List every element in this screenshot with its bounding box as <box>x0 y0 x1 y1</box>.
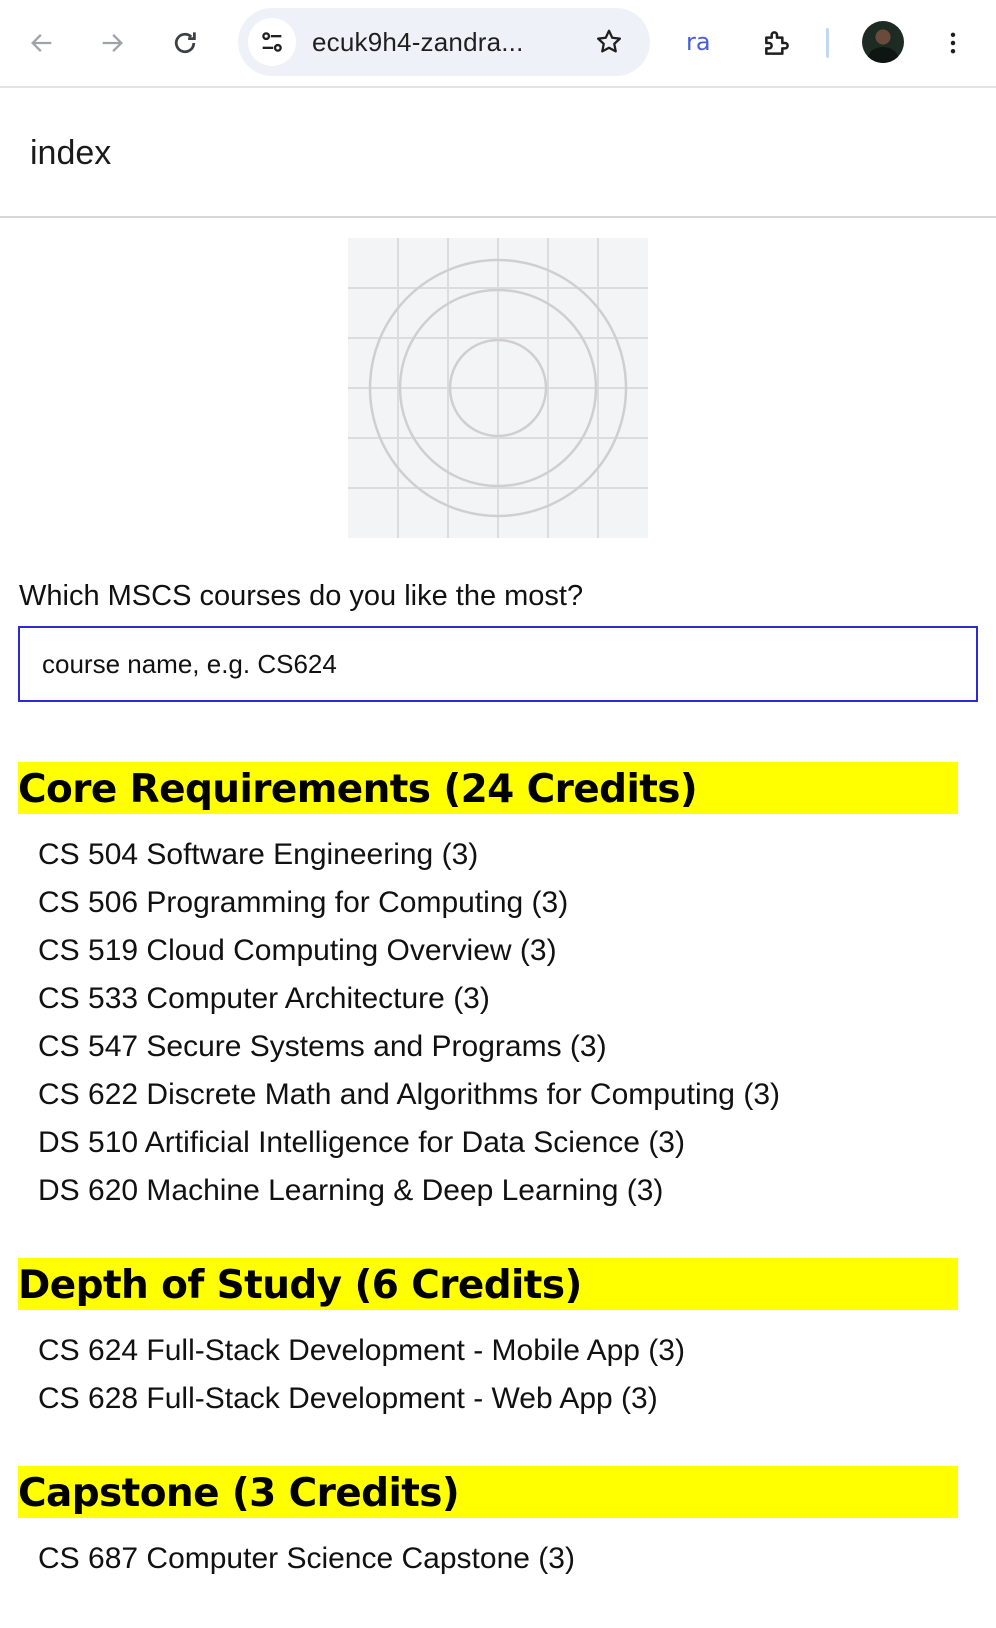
bookmark-button[interactable] <box>584 17 634 67</box>
placeholder-grid-icon <box>348 238 648 538</box>
course-item: CS 533 Computer Architecture (3) <box>38 982 490 1015</box>
page-title: index <box>30 134 112 172</box>
course-item: DS 510 Artificial Intelligence for Data … <box>38 1126 685 1159</box>
course-item: CS 504 Software Engineering (3) <box>38 838 479 871</box>
course-item: CS 628 Full-Stack Development - Web App … <box>38 1382 658 1415</box>
course-item: CS 624 Full-Stack Development - Mobile A… <box>38 1334 685 1367</box>
question-label: Which MSCS courses do you like the most? <box>19 580 584 612</box>
site-info-button[interactable] <box>248 18 296 66</box>
url-text[interactable]: ecuk9h4-zandra... <box>312 8 524 76</box>
profile-avatar[interactable] <box>862 21 904 63</box>
course-search-input[interactable] <box>18 626 978 702</box>
arrow-left-icon <box>31 34 52 52</box>
placeholder-image <box>348 238 648 538</box>
course-item: CS 547 Secure Systems and Programs (3) <box>38 1030 607 1063</box>
reload-icon <box>174 32 196 54</box>
section-heading-capstone: Capstone (3 Credits) <box>18 1466 958 1518</box>
puzzle-icon <box>765 31 789 55</box>
course-item: CS 687 Computer Science Capstone (3) <box>38 1542 575 1575</box>
extensions-button[interactable] <box>752 18 802 68</box>
section-heading-core: Core Requirements (24 Credits) <box>18 762 958 814</box>
more-vertical-icon <box>950 32 956 54</box>
browser-toolbar: ecuk9h4-zandra... ra <box>0 0 996 88</box>
section-heading-depth: Depth of Study (6 Credits) <box>18 1258 958 1310</box>
course-item: CS 519 Cloud Computing Overview (3) <box>38 934 557 967</box>
course-item: DS 620 Machine Learning & Deep Learning … <box>38 1174 664 1207</box>
page-header: index <box>0 90 996 218</box>
star-icon <box>597 29 621 53</box>
extension-ra-button[interactable]: ra <box>686 20 711 64</box>
toolbar-divider <box>826 28 829 58</box>
menu-button[interactable] <box>928 18 978 68</box>
address-bar[interactable]: ecuk9h4-zandra... <box>238 8 650 76</box>
arrow-right-icon <box>102 34 123 52</box>
course-item: CS 622 Discrete Math and Algorithms for … <box>38 1078 780 1111</box>
course-item: CS 506 Programming for Computing (3) <box>38 886 569 919</box>
reload-button[interactable] <box>160 18 210 68</box>
back-button[interactable] <box>17 18 67 68</box>
forward-button[interactable] <box>87 18 137 68</box>
tune-icon <box>262 32 282 52</box>
